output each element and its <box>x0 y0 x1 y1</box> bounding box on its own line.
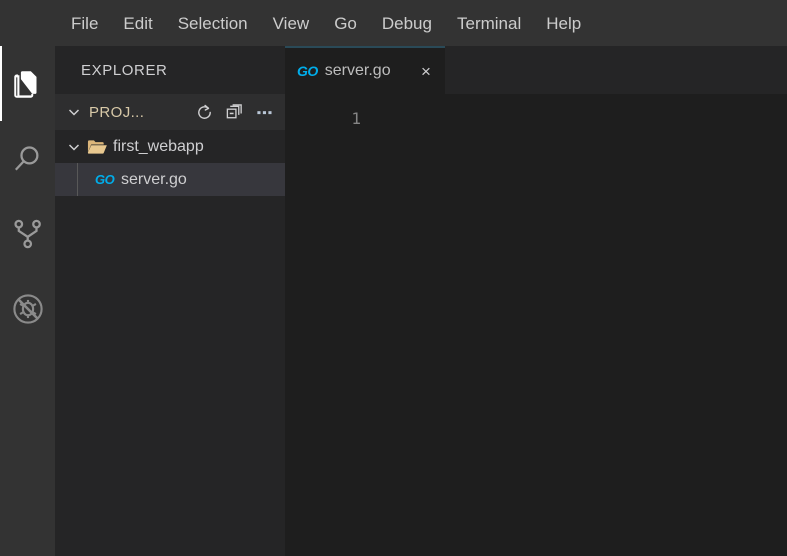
refresh-icon[interactable] <box>189 97 219 127</box>
editor-group: GO server.go × 1 <box>285 46 787 556</box>
more-actions-ellipsis-icon[interactable] <box>249 97 279 127</box>
tree-folder-label: first_webapp <box>113 137 204 155</box>
chevron-down-icon[interactable] <box>63 101 85 123</box>
explorer-section-label: PROJ... <box>89 103 145 121</box>
menu-bar: File Edit Selection View Go Debug Termin… <box>0 0 787 46</box>
collapse-all-icon[interactable] <box>219 97 249 127</box>
go-file-icon: GO <box>297 63 318 79</box>
sidebar-title: EXPLORER <box>81 61 168 79</box>
menu-view[interactable]: View <box>264 11 319 36</box>
tab-label: server.go <box>324 62 391 79</box>
chevron-down-icon[interactable] <box>63 136 85 158</box>
activity-item-run-debug[interactable] <box>0 271 55 346</box>
folder-open-icon <box>85 138 109 156</box>
menu-file[interactable]: File <box>62 11 107 36</box>
tab-server-go[interactable]: GO server.go × <box>285 46 445 94</box>
activity-bar <box>0 46 55 556</box>
tree-file-label: server.go <box>121 170 187 188</box>
editor-body[interactable]: 1 <box>285 94 787 556</box>
tab-bar: GO server.go × <box>285 46 787 94</box>
run-and-debug-icon <box>11 292 45 326</box>
tree-folder-first-webapp[interactable]: first_webapp <box>55 130 285 163</box>
source-control-branch-icon <box>11 217 45 251</box>
menu-debug[interactable]: Debug <box>373 11 441 36</box>
menu-edit[interactable]: Edit <box>114 11 161 36</box>
line-number: 1 <box>351 109 361 128</box>
menu-go[interactable]: Go <box>325 11 366 36</box>
line-number-gutter: 1 <box>285 108 375 130</box>
tree-file-server-go[interactable]: GO server.go <box>55 163 285 196</box>
menu-terminal[interactable]: Terminal <box>448 11 530 36</box>
explorer-sidebar: EXPLORER PROJ... first_webapp GO server.… <box>55 46 285 556</box>
explorer-section-header[interactable]: PROJ... <box>55 94 285 130</box>
activity-item-search[interactable] <box>0 121 55 196</box>
search-icon <box>11 142 45 176</box>
menu-help[interactable]: Help <box>537 11 590 36</box>
activity-item-explorer[interactable] <box>0 46 55 121</box>
menu-selection[interactable]: Selection <box>169 11 257 36</box>
activity-item-source-control[interactable] <box>0 196 55 271</box>
code-content[interactable] <box>381 108 787 556</box>
go-file-icon: GO <box>95 172 115 187</box>
close-icon[interactable]: × <box>413 58 439 84</box>
vscode-window: File Edit Selection View Go Debug Termin… <box>0 0 787 556</box>
files-explorer-icon <box>11 67 45 101</box>
